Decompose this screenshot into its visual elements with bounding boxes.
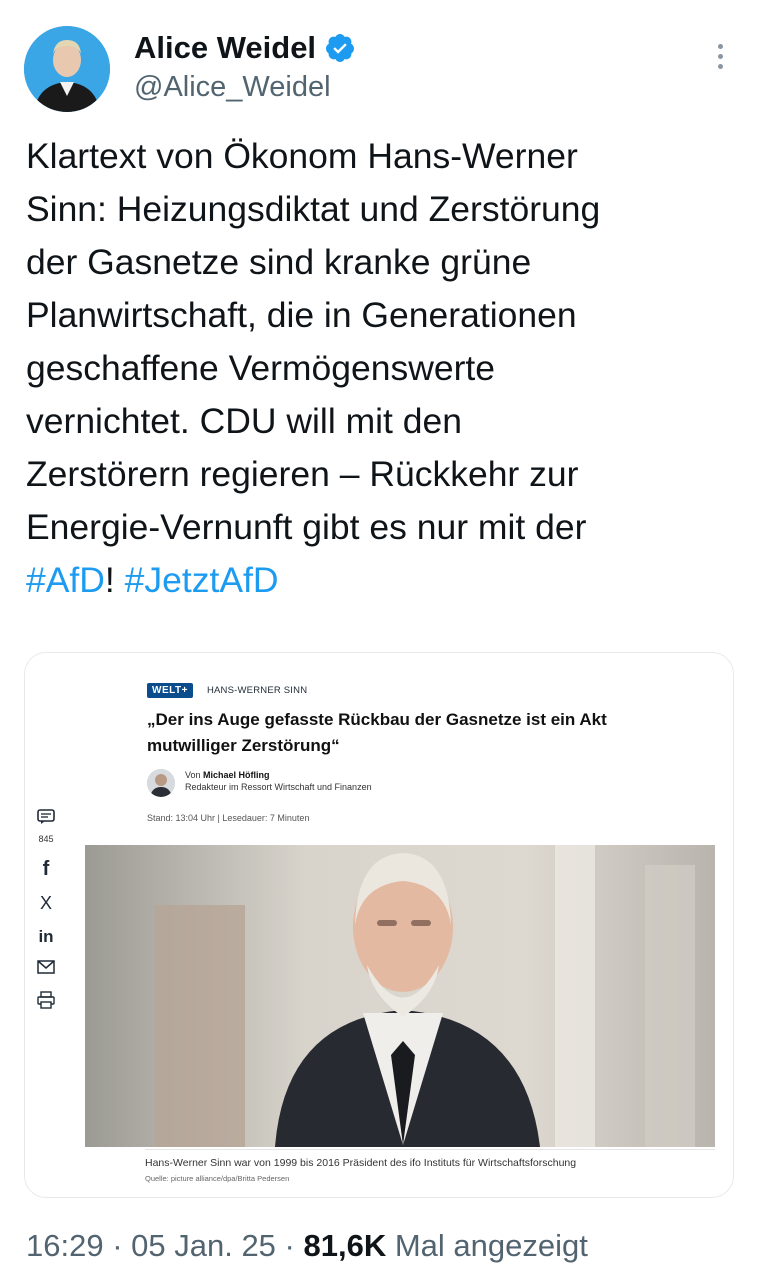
comment-count: 845 (38, 834, 54, 844)
print-icon (33, 991, 59, 1014)
mail-icon (33, 960, 59, 979)
article-image-card[interactable]: WELT+ HANS-WERNER SINN „Der ins Auge gef… (24, 652, 734, 1198)
author-avatar (147, 769, 175, 797)
author-text: Von Michael Höfling Redakteur im Ressort… (185, 769, 372, 793)
welt-logo: WELT+ (147, 683, 193, 698)
view-label: Mal angezeigt (386, 1228, 588, 1263)
tweet-line: vernichtet. CDU will mit den (26, 401, 462, 441)
caption-divider (145, 1149, 715, 1150)
hashtag-jetztafd[interactable]: #JetztAfD (125, 560, 279, 600)
article-headline: „Der ins Auge gefasste Rückbau der Gasne… (147, 710, 607, 755)
meta-separator: · (275, 1228, 304, 1263)
tweet-header: Alice Weidel @Alice_Weidel (24, 26, 736, 116)
view-count[interactable]: 81,6K (304, 1228, 387, 1263)
author-name: Michael Höfling (203, 770, 270, 780)
x-icon: X (39, 893, 52, 913)
linkedin-icon: in (38, 927, 54, 946)
tweet-meta: 16:29 · 05 Jan. 25 · 81,6K Mal angezeigt (26, 1228, 588, 1264)
article-stand: Stand: 13:04 Uhr | Lesedauer: 7 Minuten (147, 813, 310, 823)
article-screenshot: WELT+ HANS-WERNER SINN „Der ins Auge gef… (25, 653, 733, 1197)
hashtag-separator: ! (104, 560, 125, 600)
tweet-line: Zerstörern regieren – Rückkehr zur (26, 454, 579, 494)
tweet-time[interactable]: 16:29 (26, 1228, 104, 1263)
author-role: Redakteur im Ressort Wirtschaft und Fina… (185, 782, 372, 792)
tweet-line: der Gasnetze sind kranke grüne (26, 242, 532, 282)
article-brand-row: WELT+ HANS-WERNER SINN (147, 683, 307, 698)
more-options-icon[interactable] (712, 44, 728, 74)
tweet-line: Energie-Vernunft gibt es nur mit der (26, 507, 587, 547)
tweet-line: Planwirtschaft, die in Generationen (26, 295, 577, 335)
photo-caption: Hans-Werner Sinn war von 1999 bis 2016 P… (145, 1157, 577, 1169)
avatar[interactable] (24, 26, 110, 112)
display-name[interactable]: Alice Weidel (134, 28, 316, 68)
tweet-line: Sinn: Heizungsdiktat und Zerstörung (26, 189, 601, 229)
tweet-line: geschaffene Vermögenswerte (26, 348, 496, 388)
photo-credit: Quelle: picture alliance/dpa/Britta Pede… (145, 1174, 290, 1183)
author-prefix: Von (185, 770, 201, 780)
hashtag-line: #AfD! #JetztAfD (26, 554, 736, 607)
verified-badge-icon (326, 34, 355, 62)
tweet-date[interactable]: 05 Jan. 25 (131, 1228, 276, 1263)
facebook-icon: f (42, 858, 50, 880)
article-author: Von Michael Höfling Redakteur im Ressort… (147, 769, 372, 797)
handle[interactable]: @Alice_Weidel (134, 68, 356, 106)
article-topic: HANS-WERNER SINN (206, 685, 308, 696)
display-name-row[interactable]: Alice Weidel (134, 28, 356, 68)
share-column: 845 f X in (33, 809, 59, 1026)
comment-icon (33, 809, 59, 830)
meta-separator: · (103, 1228, 132, 1263)
author-names: Alice Weidel @Alice_Weidel (134, 28, 356, 106)
article-photo (85, 845, 715, 1147)
tweet-line: Klartext von Ökonom Hans-Werner (26, 136, 578, 176)
hashtag-afd[interactable]: #AfD (26, 560, 105, 600)
tweet-text: Klartext von Ökonom Hans-Werner Sinn: He… (26, 130, 736, 607)
